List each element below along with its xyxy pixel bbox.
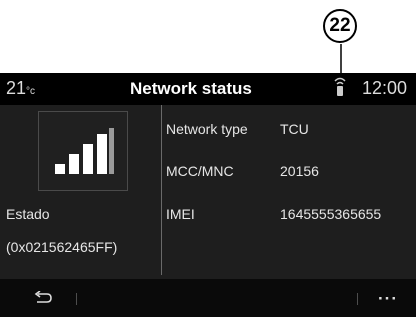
right-separator	[357, 293, 358, 305]
signal-panel: Estado (0x021562465FF)	[0, 105, 161, 275]
status-code: (0x021562465FF)	[6, 239, 118, 255]
screen: 21°c Network status 12:00 Estado (0x0215…	[0, 73, 416, 317]
top-bar: 21°c Network status 12:00	[0, 73, 416, 105]
signal-bars-icon	[55, 128, 114, 174]
imei-label: IMEI	[166, 206, 195, 222]
left-separator	[76, 293, 77, 305]
mcc-mnc-label: MCC/MNC	[166, 163, 234, 179]
temperature-unit: °c	[26, 86, 36, 97]
signal-strength-box	[38, 111, 128, 191]
status-label: Estado	[6, 206, 50, 222]
page-title: Network status	[130, 79, 252, 98]
vertical-divider	[161, 105, 162, 275]
network-signal-icon	[334, 77, 346, 96]
network-type-value: TCU	[280, 121, 309, 137]
clock: 12:00	[362, 78, 408, 98]
network-type-label: Network type	[166, 121, 248, 137]
bottom-bar: ···	[0, 279, 416, 317]
temperature: 21°c	[6, 78, 36, 98]
more-options-button[interactable]: ···	[378, 289, 398, 309]
back-arrow-icon[interactable]	[33, 291, 53, 305]
callout-number: 22	[329, 15, 351, 36]
mcc-mnc-value: 20156	[280, 163, 319, 179]
imei-value: 1645555365655	[280, 206, 382, 222]
